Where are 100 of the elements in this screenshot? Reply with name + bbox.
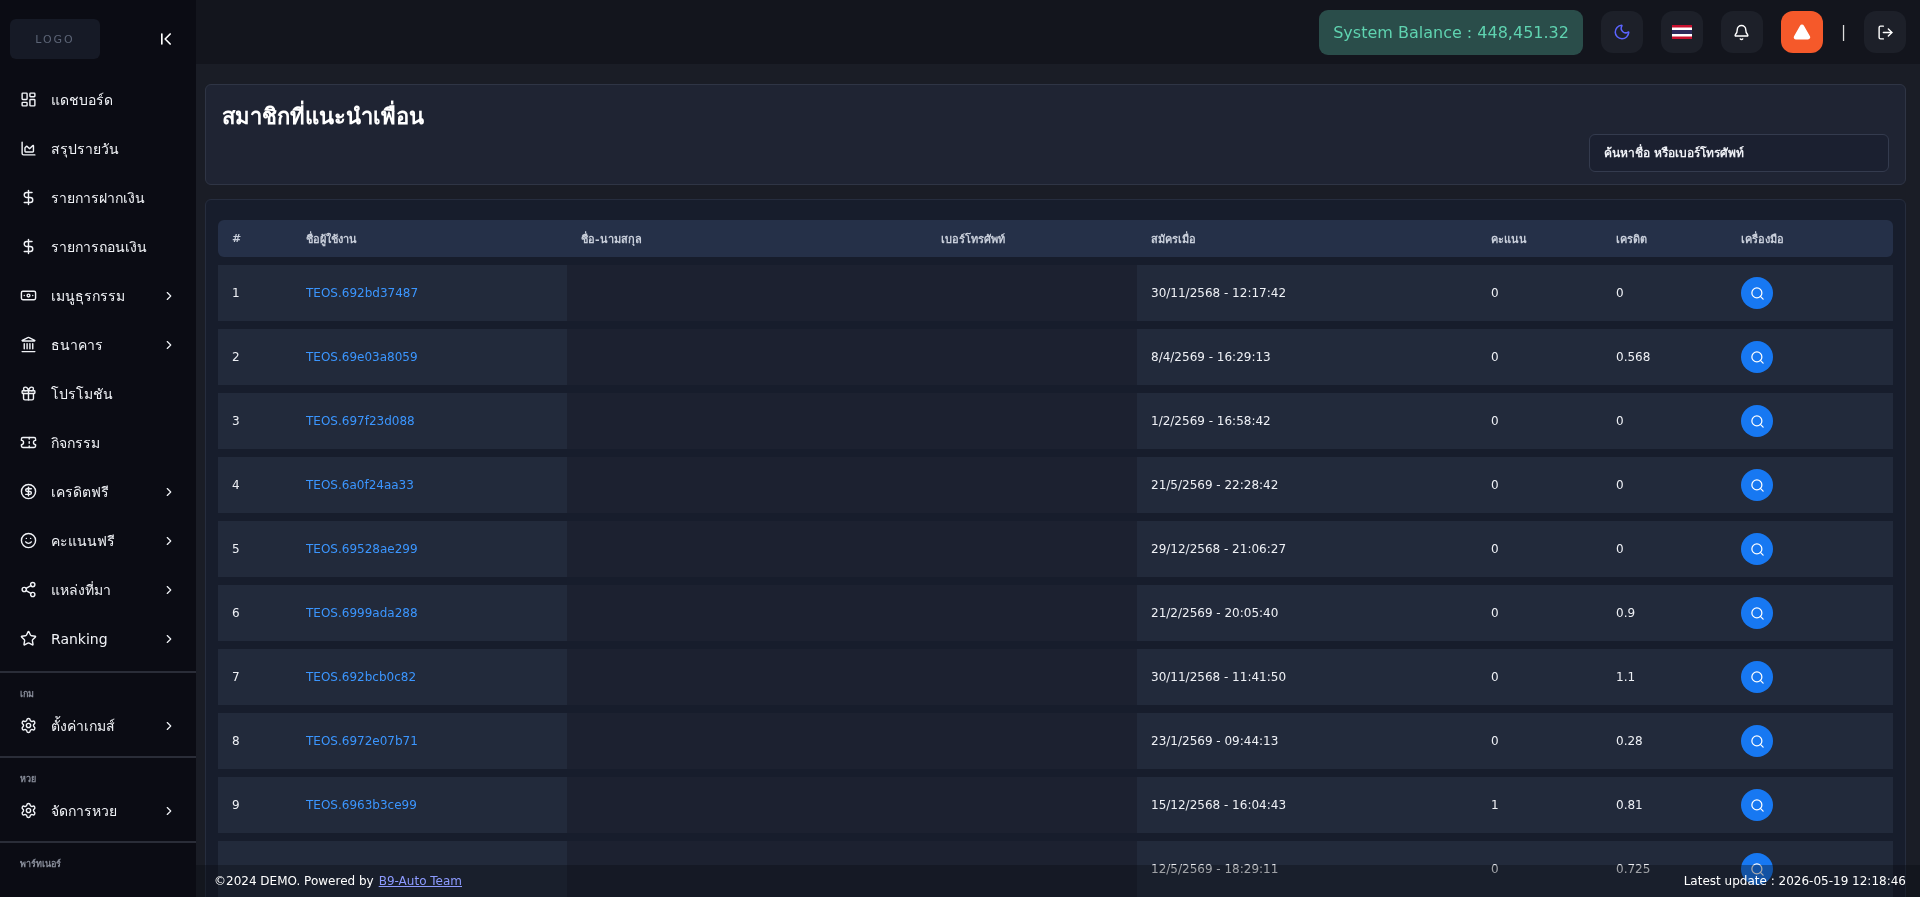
table-cell: 1.1: [1602, 649, 1727, 705]
column-header: เครื่องมือ: [1740, 230, 1785, 248]
username-link[interactable]: TEOS.697f23d088: [306, 414, 415, 428]
table-cell: 7: [218, 649, 292, 705]
username-link[interactable]: TEOS.6999ada288: [306, 606, 418, 620]
table-cell: 21/2/2569 - 20:05:40: [1137, 585, 1477, 641]
logout-button[interactable]: [1864, 11, 1906, 53]
table-cell: 0: [1477, 521, 1602, 577]
search-field[interactable]: ค้นหาชื่อ หรือเบอร์โทรศัพท์: [1589, 134, 1889, 172]
sidebar-item[interactable]: คะแนนฟรี: [0, 516, 196, 565]
table-cell: 0: [1602, 393, 1727, 449]
sidebar-item[interactable]: แดชบอร์ด: [0, 75, 196, 124]
section-title: พาร์ทเนอร์: [19, 857, 62, 871]
table-cell: 0: [1477, 585, 1602, 641]
table-cell: 30/11/2568 - 12:17:42: [1137, 265, 1477, 321]
sidebar-item[interactable]: กิจกรรม: [0, 418, 196, 467]
bell-icon: [1733, 23, 1751, 41]
share-icon: [20, 581, 37, 598]
separator: |: [1840, 23, 1846, 41]
table-cell: 0: [1477, 393, 1602, 449]
copyright-text: ©2024 DEMO. Powered by: [214, 874, 374, 888]
username-link[interactable]: TEOS.69e03a8059: [306, 350, 418, 364]
sidebar-item[interactable]: เมนูธุรกรรม: [0, 271, 196, 320]
sidebar-item[interactable]: ธนาคาร: [0, 320, 196, 369]
sidebar-item[interactable]: ตั้งค่าเกมส์: [0, 701, 196, 750]
table-cell: 1: [1477, 777, 1602, 833]
gift-icon: [20, 385, 37, 402]
bank-icon: [20, 336, 37, 353]
search-icon: [1749, 541, 1765, 557]
table-cell: 0: [1477, 457, 1602, 513]
ticket-icon: [20, 434, 37, 451]
language-button[interactable]: [1660, 11, 1703, 53]
table-cell: 3: [218, 393, 292, 449]
sidebar-item[interactable]: รายการถอนเงิน: [0, 222, 196, 271]
table-cell: 5: [218, 521, 292, 577]
table-cell: 0: [1602, 457, 1727, 513]
gear-icon: [20, 802, 37, 819]
sidebar-item[interactable]: แหล่งที่มา: [0, 565, 196, 614]
sidebar-item[interactable]: เครดิตฟรี: [0, 467, 196, 516]
notification-button[interactable]: [1720, 11, 1763, 53]
username-link[interactable]: TEOS.692bcb0c82: [306, 670, 417, 684]
warning-icon: [1792, 23, 1811, 41]
table-cell: 0.28: [1602, 713, 1727, 769]
search-button[interactable]: [1741, 405, 1773, 437]
search-icon: [1749, 477, 1765, 493]
last-update-text: Latest update : 2026-05-19 12:18:46: [1683, 874, 1906, 888]
powered-by-link[interactable]: B9-Auto Team: [378, 874, 462, 888]
table-cell: 0: [1477, 649, 1602, 705]
search-icon: [1749, 669, 1765, 685]
search-button[interactable]: [1741, 469, 1773, 501]
sidebar-item[interactable]: โปรโมชัน: [0, 369, 196, 418]
table-cell: 0: [1477, 265, 1602, 321]
table-cell: 6: [218, 585, 292, 641]
table-cell: 23/1/2569 - 09:44:13: [1137, 713, 1477, 769]
smile-icon: [20, 532, 37, 549]
search-button[interactable]: [1741, 597, 1773, 629]
section-title: หวย: [19, 773, 37, 786]
search-button[interactable]: [1741, 725, 1773, 757]
table-cell: 0.81: [1602, 777, 1727, 833]
column-header: สมัครเมื่อ: [1150, 230, 1197, 248]
moon-icon: [1612, 23, 1631, 41]
table-cell: 1: [218, 265, 292, 321]
search-icon: [1749, 285, 1765, 301]
search-button[interactable]: [1741, 277, 1773, 309]
gear-icon: [20, 717, 37, 734]
sidebar-item[interactable]: จัดการหวย: [0, 786, 196, 835]
table-cell: 0: [1477, 841, 1602, 897]
alert-button[interactable]: [1780, 11, 1823, 53]
table-cell: 0.9: [1602, 585, 1727, 641]
search-icon: [1749, 413, 1765, 429]
table-cell: 15/12/2568 - 16:04:43: [1137, 777, 1477, 833]
table-cell: 0: [1602, 265, 1727, 321]
username-link[interactable]: TEOS.69528ae299: [306, 542, 418, 556]
table-cell: 21/5/2569 - 22:28:42: [1137, 457, 1477, 513]
table-cell: 0.568: [1602, 329, 1727, 385]
search-button[interactable]: [1741, 341, 1773, 373]
theme-button[interactable]: [1600, 11, 1643, 53]
column-header: #: [231, 232, 243, 245]
sidebar-item[interactable]: รายการฝากเงิน: [0, 173, 196, 222]
table-cell: 0: [1602, 521, 1727, 577]
sidebar-item[interactable]: สรุปรายวัน: [0, 124, 196, 173]
page-title: สมาชิกที่แนะนำเพื่อน: [222, 99, 1889, 134]
username-link[interactable]: TEOS.6963b3ce99: [306, 798, 417, 812]
search-button[interactable]: [1741, 661, 1773, 693]
grid-icon: [20, 91, 37, 108]
username-link[interactable]: TEOS.6a0f24aa33: [306, 478, 414, 492]
sidebar-item[interactable]: Ranking: [0, 614, 196, 663]
username-link[interactable]: TEOS.6972e07b71: [306, 734, 418, 748]
star-icon: [20, 630, 37, 647]
search-button[interactable]: [1741, 533, 1773, 565]
chart-icon: [20, 140, 37, 157]
search-icon: [1749, 605, 1765, 621]
search-button[interactable]: [1741, 789, 1773, 821]
table-cell: 2: [218, 329, 292, 385]
column-header: ชื่อ-นามสกุล: [580, 230, 643, 248]
table-cell: 4: [218, 457, 292, 513]
username-link[interactable]: TEOS.692bd37487: [306, 286, 419, 300]
section-title: เกม: [19, 688, 35, 701]
table-cell: 8/4/2569 - 16:29:13: [1137, 329, 1477, 385]
balance-badge: System Balance : 448,451.32: [1319, 9, 1583, 55]
